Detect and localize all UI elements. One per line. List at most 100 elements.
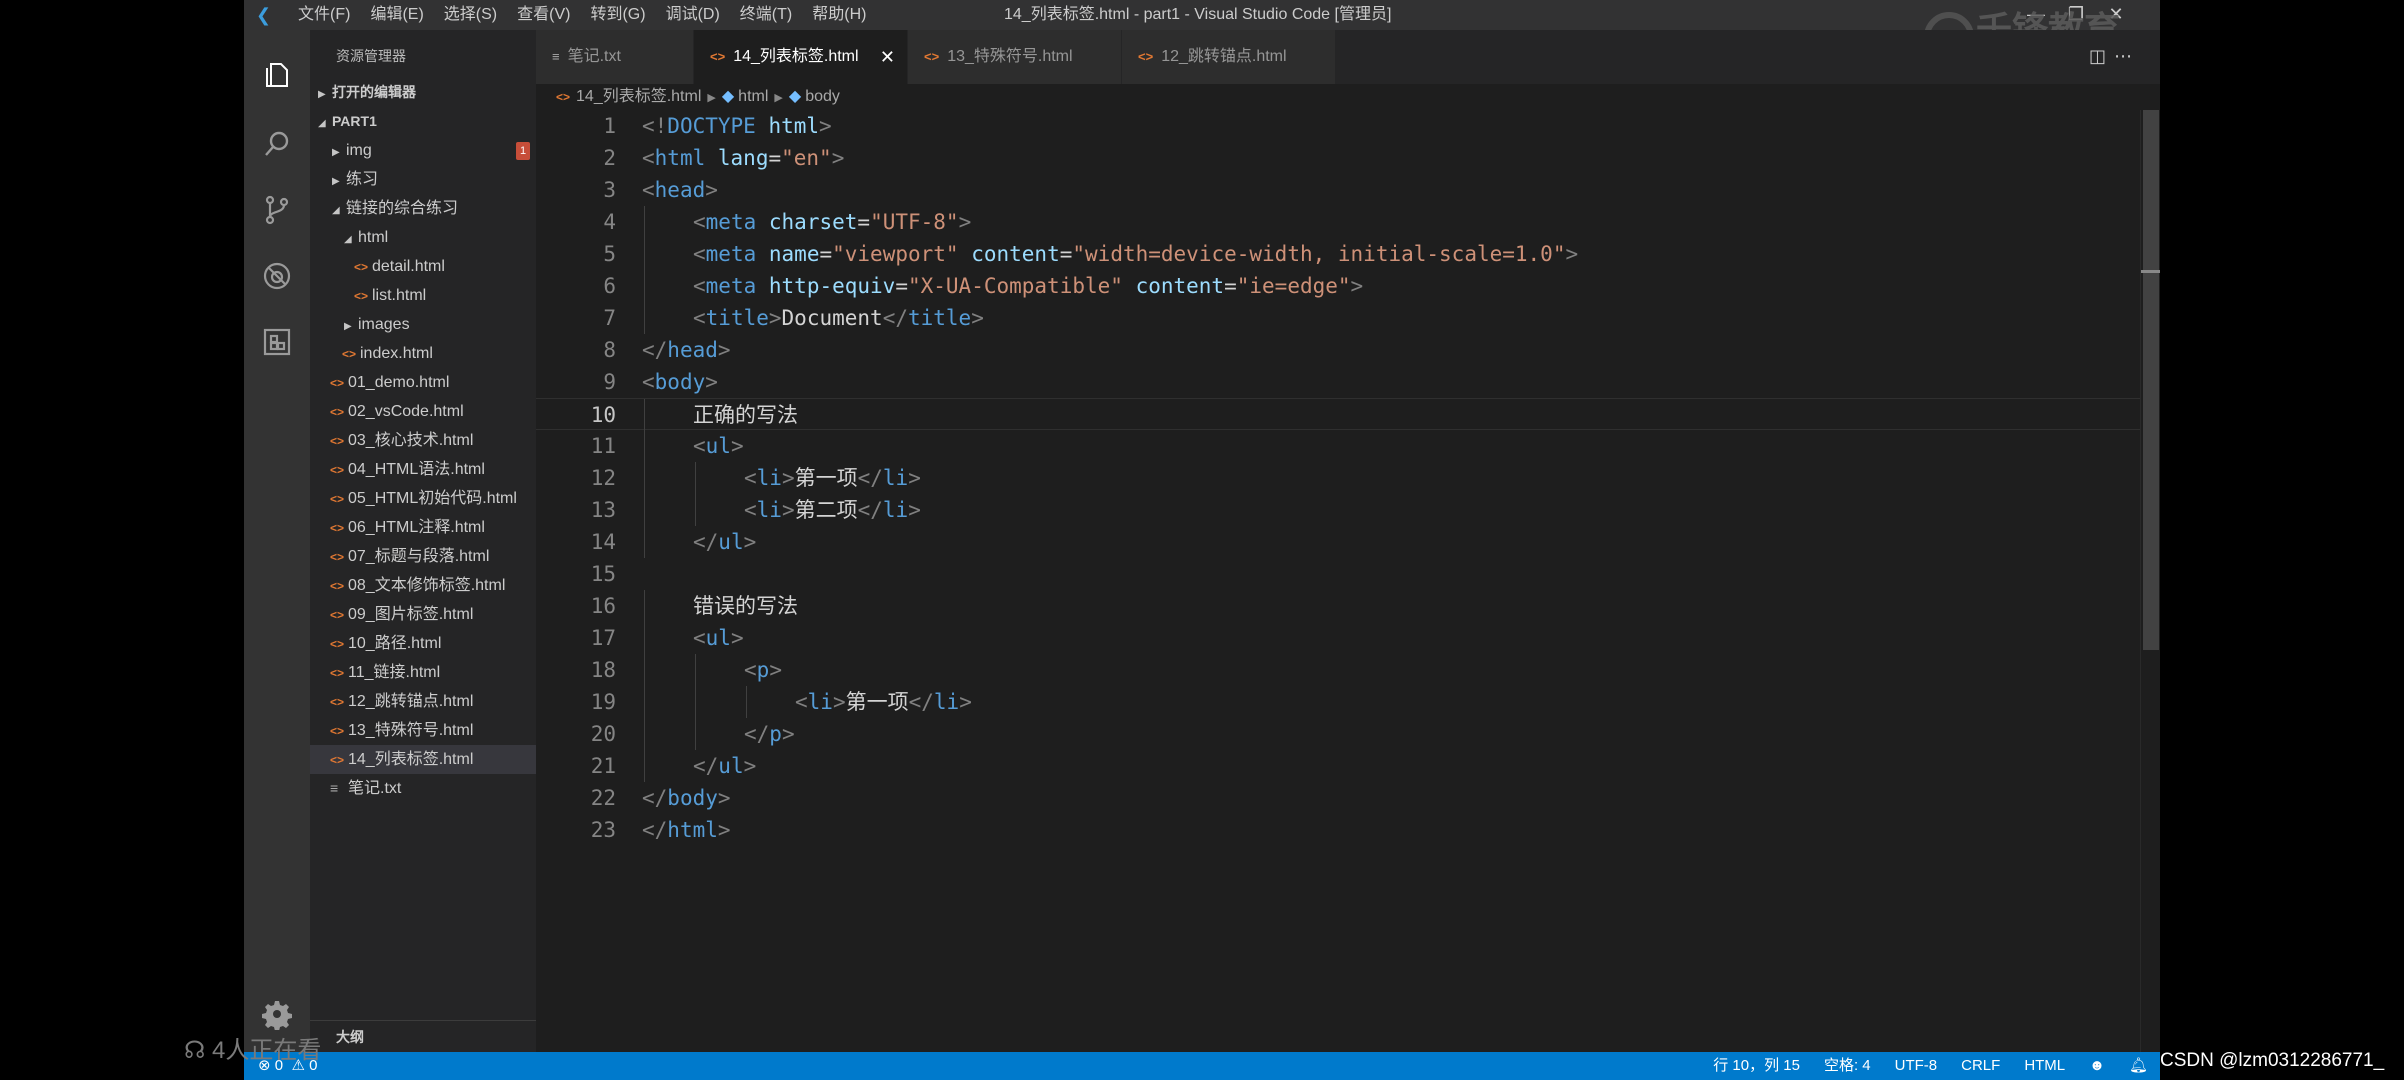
code-token: </	[642, 818, 668, 842]
tree-file[interactable]: <> 06_HTML注释.html	[310, 513, 536, 542]
code-line[interactable]: 9 <body>	[536, 366, 2140, 398]
code-token: >	[717, 818, 731, 842]
tree-file[interactable]: <> 13_特殊符号.html	[310, 716, 536, 745]
code-token: 错误的写法	[693, 594, 798, 618]
tree-file[interactable]: <> 04_HTML语法.html	[310, 455, 536, 484]
tree-file[interactable]: <> 02_vsCode.html	[310, 397, 536, 426]
source-control-icon[interactable]	[244, 180, 310, 240]
feedback-smiley-icon[interactable]: ☻	[2089, 1052, 2105, 1080]
extensions-icon[interactable]	[244, 312, 310, 372]
code-line[interactable]: 8 </head>	[536, 334, 2140, 366]
tree-folder[interactable]: ▶ images	[310, 310, 536, 339]
menu-item[interactable]: 查看(V)	[517, 0, 570, 30]
code-token: >	[705, 178, 718, 202]
breadcrumb-file[interactable]: 14_列表标签.html	[576, 88, 701, 105]
code-line[interactable]: 20 </p>	[536, 718, 2140, 750]
tree-file[interactable]: <> 08_文本修饰标签.html	[310, 571, 536, 600]
outline-section[interactable]: 大纲	[310, 1020, 536, 1052]
editor-scrollbar[interactable]	[2140, 110, 2160, 1052]
search-icon[interactable]	[244, 114, 310, 174]
code-line[interactable]: 11 <ul>	[536, 430, 2140, 462]
tree-label: 笔记.txt	[348, 780, 402, 797]
code-text: <html lang="en">	[642, 142, 844, 174]
more-actions-icon[interactable]: ⋯	[2114, 46, 2140, 66]
workspace-section[interactable]: ◢ PART1	[310, 107, 536, 136]
code-line[interactable]: 17 <ul>	[536, 622, 2140, 654]
code-token: meta	[705, 242, 757, 266]
tree-folder[interactable]: ◢ 链接的综合练习	[310, 194, 536, 223]
tab-14-list-tags[interactable]: <> 14_列表标签.html ✕	[694, 30, 908, 84]
debug-icon[interactable]	[244, 246, 310, 306]
cursor-position[interactable]: 行 10，列 15	[1713, 1052, 1800, 1080]
code-line[interactable]: 13 <li>第二项</li>	[536, 494, 2140, 526]
breadcrumb-html[interactable]: html	[738, 88, 768, 105]
menu-item[interactable]: 转到(G)	[590, 0, 645, 30]
end-of-line[interactable]: CRLF	[1961, 1052, 2000, 1080]
code-line[interactable]: 14 </ul>	[536, 526, 2140, 558]
menu-item[interactable]: 调试(D)	[666, 0, 720, 30]
code-line[interactable]: 1 <!DOCTYPE html>	[536, 110, 2140, 142]
encoding[interactable]: UTF-8	[1895, 1052, 1938, 1080]
line-number: 14	[590, 530, 616, 554]
tree-file[interactable]: <> 07_标题与段落.html	[310, 542, 536, 571]
code-line[interactable]: 10 正确的写法	[536, 398, 2140, 431]
code-line[interactable]: 5 <meta name="viewport" content="width=de…	[536, 238, 2140, 270]
split-editor-icon[interactable]: ◫	[2089, 46, 2114, 66]
tree-file[interactable]: <> 01_demo.html	[310, 368, 536, 397]
code-line[interactable]: 4 <meta charset="UTF-8">	[536, 206, 2140, 238]
scrollbar-thumb[interactable]	[2143, 110, 2159, 650]
menu-item[interactable]: 帮助(H)	[812, 0, 866, 30]
tree-folder[interactable]: ▶ 练习	[310, 165, 536, 194]
menu-item[interactable]: 文件(F)	[298, 0, 350, 30]
code-line[interactable]: 19 <li>第一项</li>	[536, 686, 2140, 718]
menu-item[interactable]: 编辑(E)	[370, 0, 423, 30]
files-icon[interactable]	[244, 44, 310, 104]
tree-folder[interactable]: ◢ html	[310, 223, 536, 252]
tree-file[interactable]: <> 10_路径.html	[310, 629, 536, 658]
breadcrumb-body[interactable]: body	[805, 88, 840, 105]
notifications-bell-icon[interactable]: 🔔︎	[2129, 1052, 2148, 1080]
tree-file[interactable]: <> 05_HTML初始代码.html	[310, 484, 536, 513]
code-line[interactable]: 3 <head>	[536, 174, 2140, 206]
code-token: html	[667, 818, 718, 842]
code-text: </html>	[642, 814, 731, 846]
restore-icon[interactable]: ❐	[2056, 0, 2096, 30]
tree-file[interactable]: <> 11_链接.html	[310, 658, 536, 687]
tree-file[interactable]: <> detail.html	[310, 252, 536, 281]
code-editor[interactable]: 1 <!DOCTYPE html> 2 <html lang="en"> 3 <head>…	[536, 110, 2140, 1052]
tree-file[interactable]: <> 14_列表标签.html	[310, 745, 536, 774]
menu-item[interactable]: 终端(T)	[740, 0, 792, 30]
tab-notes-txt[interactable]: ≡ 笔记.txt	[536, 30, 694, 84]
code-line[interactable]: 22 </body>	[536, 782, 2140, 814]
code-token: body	[667, 786, 718, 810]
tree-file[interactable]: <> 12_跳转锚点.html	[310, 687, 536, 716]
tab-13-special-symbols[interactable]: <> 13_特殊符号.html	[908, 30, 1122, 84]
tree-label: 04_HTML语法.html	[348, 461, 485, 478]
code-line[interactable]: 12 <li>第一项</li>	[536, 462, 2140, 494]
code-line[interactable]: 7 <title>Document</title>	[536, 302, 2140, 334]
indentation[interactable]: 空格: 4	[1824, 1052, 1871, 1080]
tree-file[interactable]: <> 03_核心技术.html	[310, 426, 536, 455]
code-line[interactable]: 21 </ul>	[536, 750, 2140, 782]
code-line[interactable]: 6 <meta http-equiv="X-UA-Compatible" cont…	[536, 270, 2140, 302]
tree-file[interactable]: <> list.html	[310, 281, 536, 310]
tree-file[interactable]: <> 09_图片标签.html	[310, 600, 536, 629]
code-line[interactable]: 18 <p>	[536, 654, 2140, 686]
close-tab-icon[interactable]: ✕	[880, 30, 895, 84]
tab-12-anchor-jump[interactable]: <> 12_跳转锚点.html	[1122, 30, 1336, 84]
code-line[interactable]: 15	[536, 558, 2140, 590]
tree-file[interactable]: ≡ 笔记.txt	[310, 774, 536, 803]
close-window-icon[interactable]: ✕	[2096, 0, 2136, 30]
language-mode[interactable]: HTML	[2024, 1052, 2065, 1080]
code-token: </	[642, 786, 668, 810]
line-number: 20	[590, 722, 616, 746]
minimize-icon[interactable]: —	[2016, 0, 2056, 30]
code-line[interactable]: 23 </html>	[536, 814, 2140, 846]
open-editors-section[interactable]: ▶ 打开的编辑器	[310, 78, 536, 107]
menu-item[interactable]: 选择(S)	[444, 0, 497, 30]
tree-folder[interactable]: ▶ img 1	[310, 136, 536, 165]
code-line[interactable]: 16 错误的写法	[536, 590, 2140, 622]
code-line[interactable]: 2 <html lang="en">	[536, 142, 2140, 174]
tree-file[interactable]: <> index.html	[310, 339, 536, 368]
